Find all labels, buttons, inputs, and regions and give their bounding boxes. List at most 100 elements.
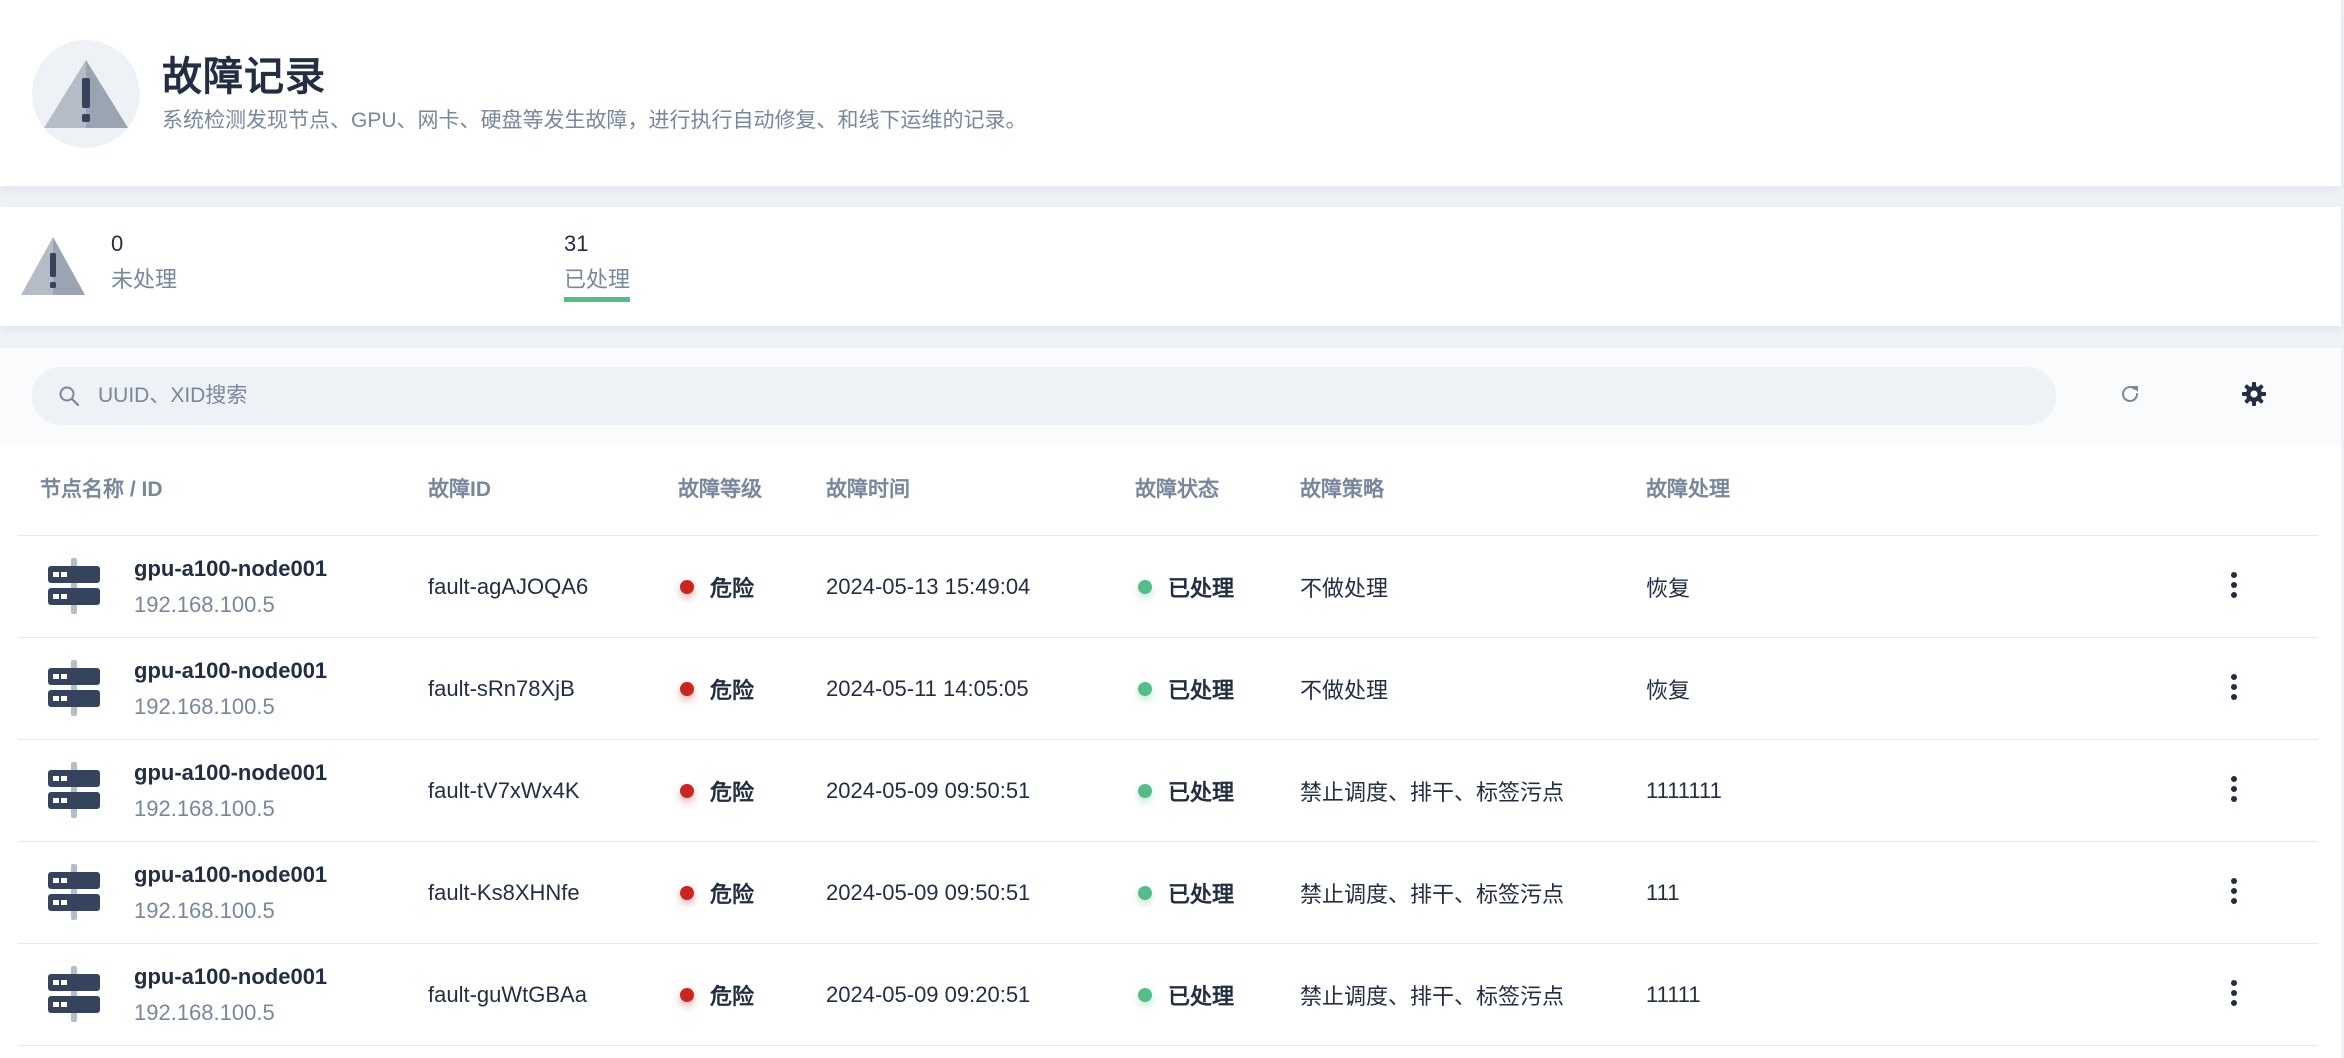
settings-button[interactable] [2232, 374, 2276, 418]
status-label: 已处理 [1168, 576, 1235, 601]
more-vertical-icon [2230, 571, 2238, 603]
more-actions-button[interactable] [2214, 873, 2254, 913]
fault-handling: 恢复 [1646, 576, 1691, 601]
column-fault-level[interactable]: 故障等级 [678, 444, 762, 536]
level-dot [680, 886, 694, 900]
fault-id: fault-sRn78XjB [428, 676, 575, 701]
table-row[interactable]: gpu-a100-node001 192.168.100.5 fault-guW… [18, 944, 2318, 1046]
level-label: 危险 [710, 780, 755, 805]
table-header: 节点名称 / ID 故障ID 故障等级 故障时间 故障状态 故障策略 故障处理 [18, 444, 2318, 536]
fault-status: 已处理 [1138, 536, 1234, 638]
fault-handling: 111 [1646, 880, 1680, 905]
fault-time: 2024-05-09 09:20:51 [826, 982, 1031, 1007]
status-label: 已处理 [1168, 780, 1235, 805]
warning-icon [32, 40, 140, 148]
fault-time: 2024-05-09 09:50:51 [826, 880, 1031, 905]
stat-unprocessed[interactable]: 0 未处理 [111, 233, 177, 299]
level-label: 危险 [710, 882, 755, 907]
gear-icon [2241, 381, 2267, 412]
level-dot [680, 988, 694, 1002]
level-label: 危险 [710, 984, 755, 1009]
more-vertical-icon [2230, 979, 2238, 1011]
stat-value: 31 [564, 231, 589, 256]
status-label: 已处理 [1168, 882, 1235, 907]
fault-status: 已处理 [1138, 740, 1234, 842]
status-dot [1138, 580, 1152, 594]
level-label: 危险 [710, 576, 755, 601]
page-description: 系统检测发现节点、GPU、网卡、硬盘等发生故障，进行执行自动修复、和线下运维的记… [162, 109, 1027, 132]
fault-status: 已处理 [1138, 842, 1234, 944]
fault-time: 2024-05-11 14:05:05 [826, 676, 1029, 701]
table-row[interactable]: gpu-a100-node001 192.168.100.5 fault-sRn… [18, 638, 2318, 740]
server-icon [46, 762, 102, 823]
fault-handling: 11111 [1646, 982, 1701, 1007]
node-ip: 192.168.100.5 [134, 898, 275, 923]
column-fault-policy[interactable]: 故障策略 [1300, 444, 1384, 536]
node-ip: 192.168.100.5 [134, 592, 275, 617]
more-actions-button[interactable] [2214, 567, 2254, 607]
fault-level: 危险 [680, 842, 754, 944]
warning-icon [20, 235, 86, 302]
more-actions-button[interactable] [2214, 669, 2254, 709]
status-dot [1138, 886, 1152, 900]
table-row[interactable]: gpu-a100-node001 192.168.100.5 fault-agA… [18, 536, 2318, 638]
stat-processed[interactable]: 31 已处理 [564, 231, 631, 303]
column-fault-time[interactable]: 故障时间 [826, 444, 910, 536]
status-label: 已处理 [1168, 678, 1235, 703]
fault-id: fault-agAJOQA6 [428, 574, 589, 599]
node-name[interactable]: gpu-a100-node001 [134, 760, 327, 786]
toolbar [0, 348, 2341, 444]
node-name[interactable]: gpu-a100-node001 [134, 862, 327, 888]
level-dot [680, 682, 694, 696]
server-icon [46, 966, 102, 1027]
more-actions-button[interactable] [2214, 771, 2254, 811]
more-vertical-icon [2230, 673, 2238, 705]
level-dot [680, 784, 694, 798]
fault-policy: 禁止调度、排干、标签污点 [1300, 882, 1565, 907]
fault-handling: 恢复 [1646, 678, 1691, 703]
column-fault-id[interactable]: 故障ID [428, 444, 491, 536]
level-label: 危险 [710, 678, 755, 703]
stat-label: 未处理 [111, 267, 178, 292]
fault-time: 2024-05-13 15:49:04 [826, 574, 1031, 599]
search-icon [58, 385, 80, 407]
page-title: 故障记录 [162, 55, 326, 99]
fault-policy: 禁止调度、排干、标签污点 [1300, 780, 1565, 805]
stat-label: 已处理 [564, 267, 631, 303]
more-actions-button[interactable] [2214, 975, 2254, 1015]
node-ip: 192.168.100.5 [134, 796, 275, 821]
status-dot [1138, 682, 1152, 696]
fault-status: 已处理 [1138, 638, 1234, 740]
fault-status: 已处理 [1138, 944, 1234, 1046]
status-dot [1138, 784, 1152, 798]
column-fault-handling[interactable]: 故障处理 [1646, 444, 1730, 536]
stats-bar: 0 未处理 31 已处理 [0, 207, 2341, 326]
fault-time: 2024-05-09 09:50:51 [826, 778, 1031, 803]
refresh-icon [2118, 382, 2142, 411]
fault-handling: 1111111 [1646, 778, 1722, 803]
level-dot [680, 580, 694, 594]
status-label: 已处理 [1168, 984, 1235, 1009]
more-vertical-icon [2230, 877, 2238, 909]
column-node[interactable]: 节点名称 / ID [40, 444, 163, 536]
fault-level: 危险 [680, 740, 754, 842]
search-input[interactable] [98, 367, 2056, 425]
node-name[interactable]: gpu-a100-node001 [134, 556, 327, 582]
table-row[interactable]: gpu-a100-node001 192.168.100.5 fault-tV7… [18, 740, 2318, 842]
fault-level: 危险 [680, 536, 754, 638]
node-ip: 192.168.100.5 [134, 1000, 275, 1025]
node-name[interactable]: gpu-a100-node001 [134, 964, 327, 990]
fault-id: fault-guWtGBAa [428, 982, 587, 1007]
search-box[interactable] [32, 367, 2056, 425]
fault-policy: 不做处理 [1300, 576, 1389, 601]
refresh-button[interactable] [2108, 374, 2152, 418]
node-name[interactable]: gpu-a100-node001 [134, 658, 327, 684]
fault-id: fault-Ks8XHNfe [428, 880, 580, 905]
table-row[interactable]: gpu-a100-node001 192.168.100.5 fault-Ks8… [18, 842, 2318, 944]
fault-table-card: 节点名称 / ID 故障ID 故障等级 故障时间 故障状态 故障策略 故障处理 … [0, 348, 2341, 1058]
fault-id: fault-tV7xWx4K [428, 778, 580, 803]
node-ip: 192.168.100.5 [134, 694, 275, 719]
fault-level: 危险 [680, 944, 754, 1046]
column-fault-status[interactable]: 故障状态 [1135, 444, 1219, 536]
server-icon [46, 558, 102, 619]
